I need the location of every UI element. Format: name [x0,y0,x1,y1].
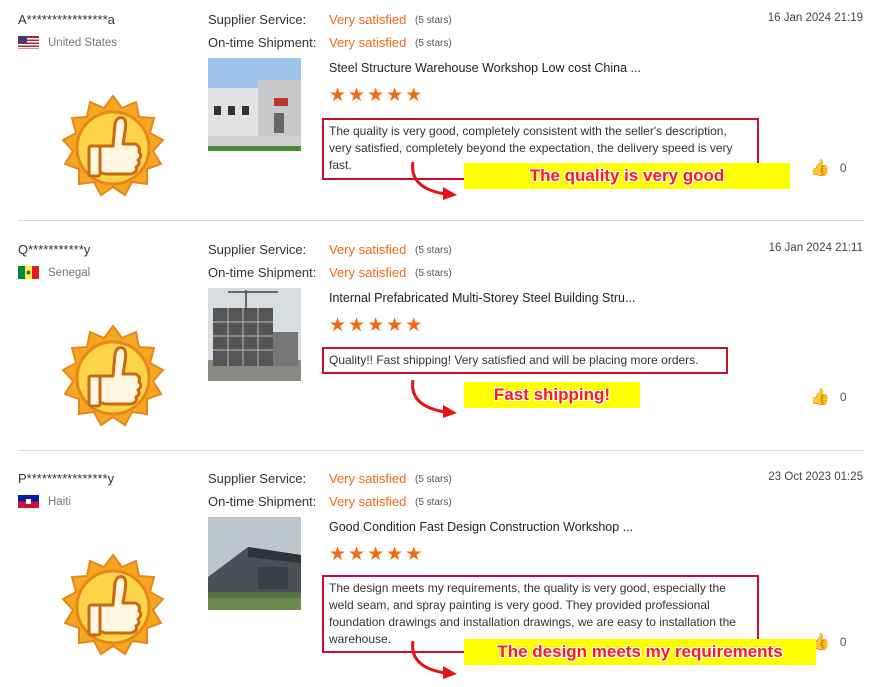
star-icon: ★ [386,315,404,336]
star-icon: ★ [329,85,347,106]
product-title[interactable]: Good Condition Fast Design Construction … [329,520,633,534]
reviewer-country: Haiti [18,495,71,508]
supplier-service-value: Very satisfied [329,242,407,257]
red-arrow-icon [411,379,457,418]
supplier-service-stars: (5 stars) [415,245,452,256]
ontime-shipment-value: Very satisfied [329,494,407,509]
reviewer-country: United States [18,36,117,49]
star-icon: ★ [405,315,423,336]
product-rating-stars: ★ ★ ★ ★ ★ [329,545,422,564]
product-title[interactable]: Internal Prefabricated Multi-Storey Stee… [329,291,635,305]
review-date: 16 Jan 2024 21:19 [767,12,863,24]
review-card: P****************y Haiti Supplier Servic… [0,459,888,687]
ontime-shipment-stars: (5 stars) [415,38,452,49]
like-button[interactable]: 👍 0 [810,158,847,178]
star-icon: ★ [386,85,404,106]
star-icon: ★ [329,544,347,565]
review-date: 16 Jan 2024 21:11 [768,242,863,254]
supplier-service-value: Very satisfied [329,12,407,27]
thumbs-up-icon: 👍 [810,389,830,406]
country-name: Senegal [48,266,91,279]
ontime-shipment-label: On-time Shipment: [208,35,317,50]
country-name: United States [48,36,118,49]
red-arrow-icon [411,161,457,200]
review-comment: Quality!! Fast shipping! Very satisfied … [322,347,728,374]
reviewer-country: Senegal [18,266,90,279]
star-icon: ★ [329,315,347,336]
like-count: 0 [839,161,847,175]
review-divider [18,220,864,221]
highlight-callout: The design meets my requirements [464,639,816,665]
ontime-shipment-label: On-time Shipment: [208,265,317,280]
supplier-service-label: Supplier Service: [208,12,307,27]
star-icon: ★ [405,544,423,565]
product-thumbnail[interactable] [208,517,301,610]
product-rating-stars: ★ ★ ★ ★ ★ [329,86,422,105]
like-button[interactable]: 👍 0 [810,387,847,407]
red-arrow-icon [411,640,457,679]
supplier-service-label: Supplier Service: [208,471,307,486]
star-icon: ★ [348,85,366,106]
review-divider [18,450,864,451]
star-icon: ★ [367,85,385,106]
star-icon: ★ [367,544,385,565]
reviewer-name: P****************y [18,471,115,486]
reviewer-name: Q***********y [18,242,91,257]
product-thumbnail[interactable] [208,288,301,381]
star-icon: ★ [405,85,423,106]
star-icon: ★ [348,315,366,336]
ontime-shipment-value: Very satisfied [329,35,407,50]
supplier-service-stars: (5 stars) [415,15,452,26]
thumbs-up-badge-icon [59,94,167,202]
us-flag-icon [18,36,39,49]
supplier-service-stars: (5 stars) [415,474,452,485]
senegal-flag-icon [18,266,39,279]
highlight-callout: The quality is very good [464,163,790,189]
thumbs-up-badge-icon [59,324,167,432]
thumbs-up-icon: 👍 [810,160,830,177]
review-date: 23 Oct 2023 01:25 [768,471,863,483]
star-icon: ★ [367,315,385,336]
ontime-shipment-value: Very satisfied [329,265,407,280]
supplier-service-label: Supplier Service: [208,242,307,257]
reviewer-name: A****************a [18,12,115,27]
highlight-callout: Fast shipping! [464,382,640,408]
review-card: A****************a United States Supplie… [0,0,888,228]
supplier-service-value: Very satisfied [329,471,407,486]
haiti-flag-icon [18,495,39,508]
star-icon: ★ [348,544,366,565]
ontime-shipment-label: On-time Shipment: [208,494,317,509]
like-count: 0 [839,635,847,649]
like-count: 0 [839,390,847,404]
product-title[interactable]: Steel Structure Warehouse Workshop Low c… [329,61,641,75]
ontime-shipment-stars: (5 stars) [415,268,452,279]
country-name: Haiti [48,495,72,508]
review-card: Q***********y Senegal Supplier Service: … [0,230,888,458]
product-rating-stars: ★ ★ ★ ★ ★ [329,316,422,335]
star-icon: ★ [386,544,404,565]
thumbs-up-badge-icon [59,553,167,661]
product-thumbnail[interactable] [208,58,301,151]
ontime-shipment-stars: (5 stars) [415,497,452,508]
